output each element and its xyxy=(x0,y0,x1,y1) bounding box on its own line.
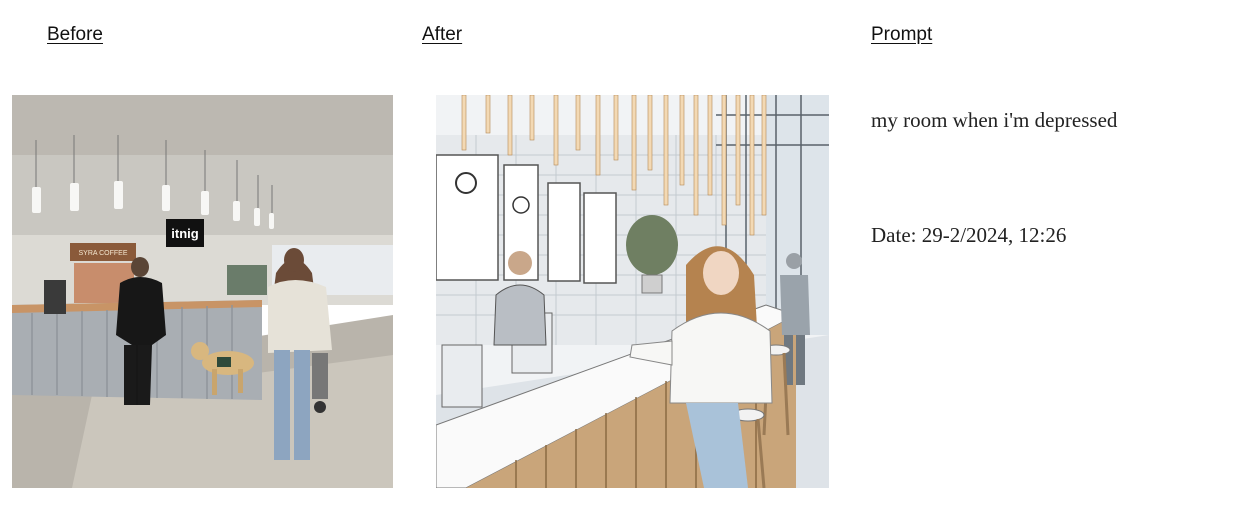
itnig-sign-text: itnig xyxy=(171,226,198,241)
cafe-sketch-illustration xyxy=(436,95,829,488)
prompt-text: my room when i'm depressed xyxy=(871,108,1118,132)
prompt-column-header[interactable]: Prompt xyxy=(871,24,932,46)
before-column-header[interactable]: Before xyxy=(47,24,103,46)
menu-board-text: SYRA COFFEE xyxy=(78,250,127,257)
cafe-photo-illustration: itnig SYRA COFFEE xyxy=(12,95,393,488)
after-column-header[interactable]: After xyxy=(422,24,462,46)
after-photo xyxy=(436,95,829,488)
before-photo: itnig SYRA COFFEE xyxy=(12,95,393,488)
prompt-date: Date: 29-2/2024, 12:26 xyxy=(871,223,1067,247)
